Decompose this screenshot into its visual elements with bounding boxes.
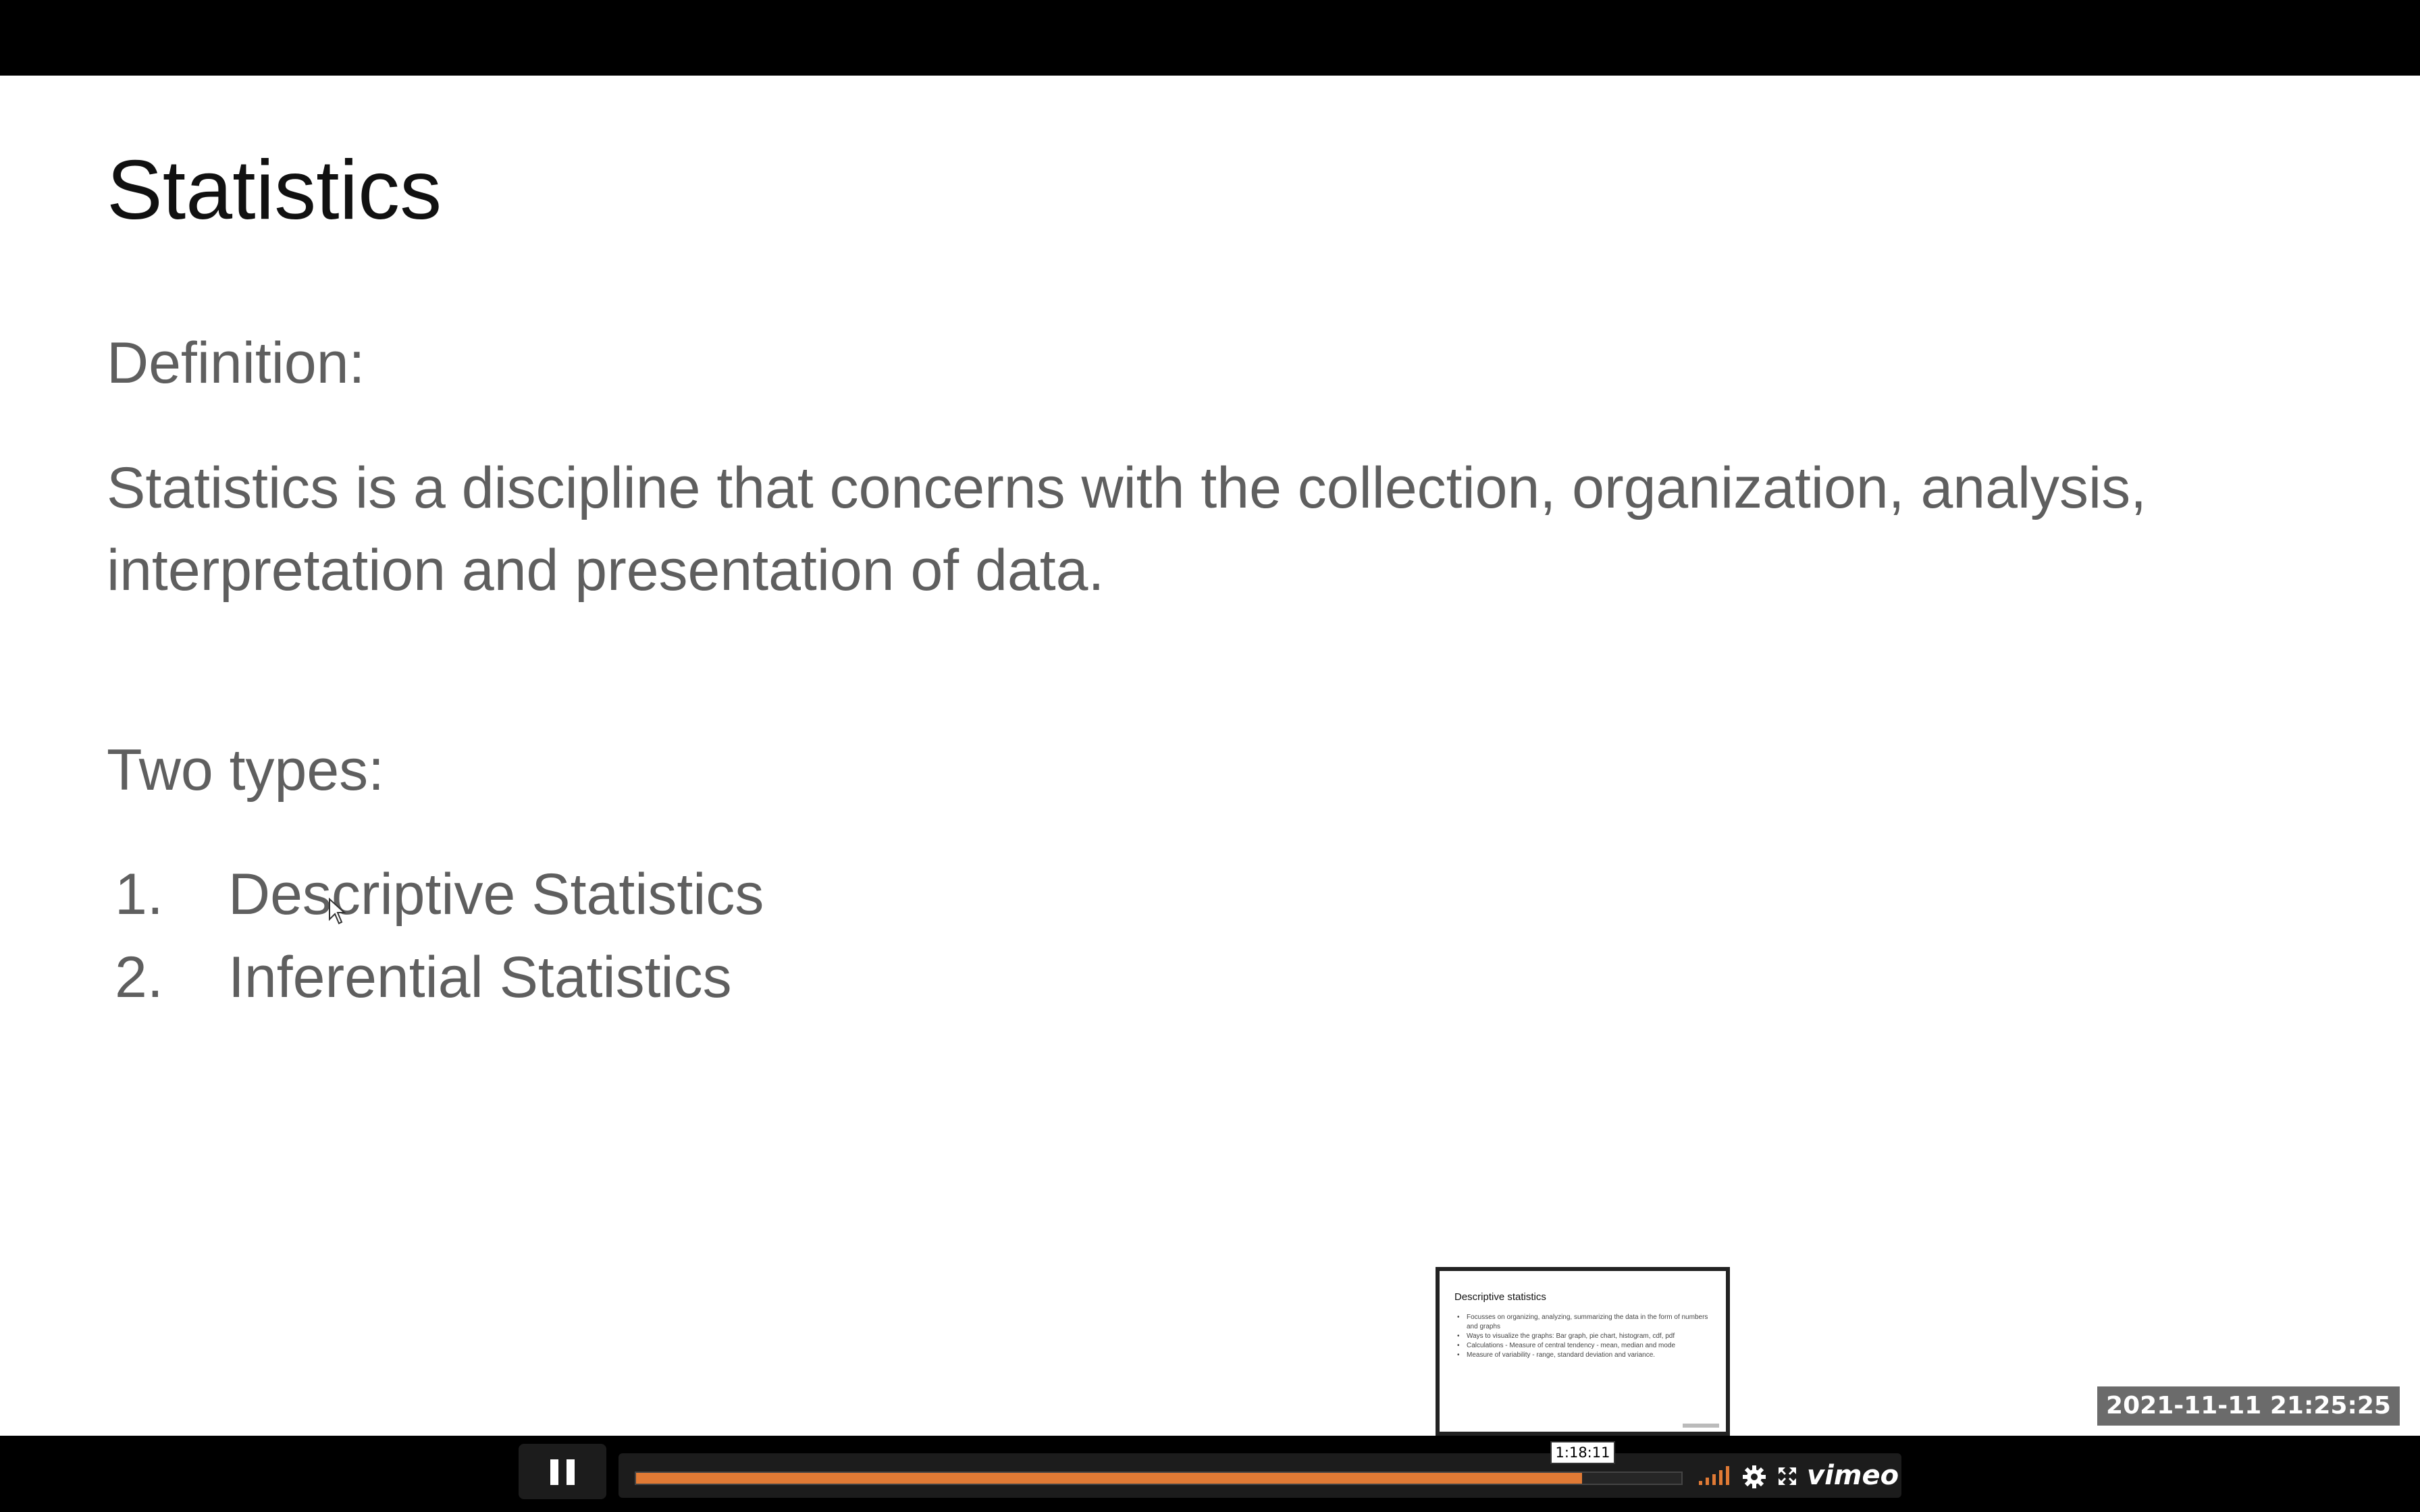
- list-item-label: Descriptive Statistics: [228, 862, 764, 927]
- preview-bullet: Focusses on organizing, analyzing, summa…: [1454, 1313, 1718, 1332]
- timestamp-overlay: 2021-11-11 21:25:25: [2097, 1386, 2400, 1426]
- progress-bar[interactable]: [635, 1472, 1683, 1485]
- fullscreen-icon[interactable]: [1777, 1466, 1797, 1486]
- vimeo-logo[interactable]: vimeo: [1807, 1457, 1899, 1494]
- volume-icon[interactable]: [1698, 1465, 1733, 1485]
- definition-text-line-1: Statistics is a discipline that concerns…: [107, 456, 2147, 520]
- progress-fill: [636, 1473, 1582, 1484]
- preview-bullet: Measure of variability - range, standard…: [1454, 1351, 1718, 1360]
- types-label: Two types:: [107, 738, 385, 803]
- settings-gear-icon[interactable]: [1742, 1465, 1766, 1489]
- list-item: 1. Descriptive Statistics: [115, 865, 764, 923]
- pause-icon: [567, 1459, 575, 1485]
- letterbox-top: [0, 0, 2420, 76]
- pause-icon: [550, 1459, 558, 1485]
- slide-title: Statistics: [107, 144, 442, 237]
- mouse-cursor-icon: [329, 898, 346, 925]
- video-player: Statistics Definition: Statistics is a d…: [0, 0, 2420, 1512]
- preview-slide-title: Descriptive statistics: [1454, 1291, 1546, 1303]
- definition-label: Definition:: [107, 331, 365, 396]
- list-item-label: Inferential Statistics: [228, 945, 732, 1010]
- seek-preview-thumbnail: Descriptive statistics Focusses on organ…: [1436, 1267, 1730, 1436]
- list-item: 2. Inferential Statistics: [115, 948, 732, 1006]
- list-item-number: 1.: [115, 862, 163, 927]
- preview-bullet: Ways to visualize the graphs: Bar graph,…: [1454, 1332, 1718, 1341]
- definition-text-line-2: interpretation and presentation of data.: [107, 538, 1105, 603]
- pause-button[interactable]: [519, 1444, 606, 1499]
- preview-bullet: Calculations - Measure of central tenden…: [1454, 1341, 1718, 1351]
- seek-time-tooltip: 1:18:11: [1550, 1441, 1615, 1464]
- list-item-number: 2.: [115, 945, 163, 1010]
- preview-bullet-list: Focusses on organizing, analyzing, summa…: [1454, 1313, 1718, 1360]
- preview-footer-bar: [1683, 1424, 1719, 1428]
